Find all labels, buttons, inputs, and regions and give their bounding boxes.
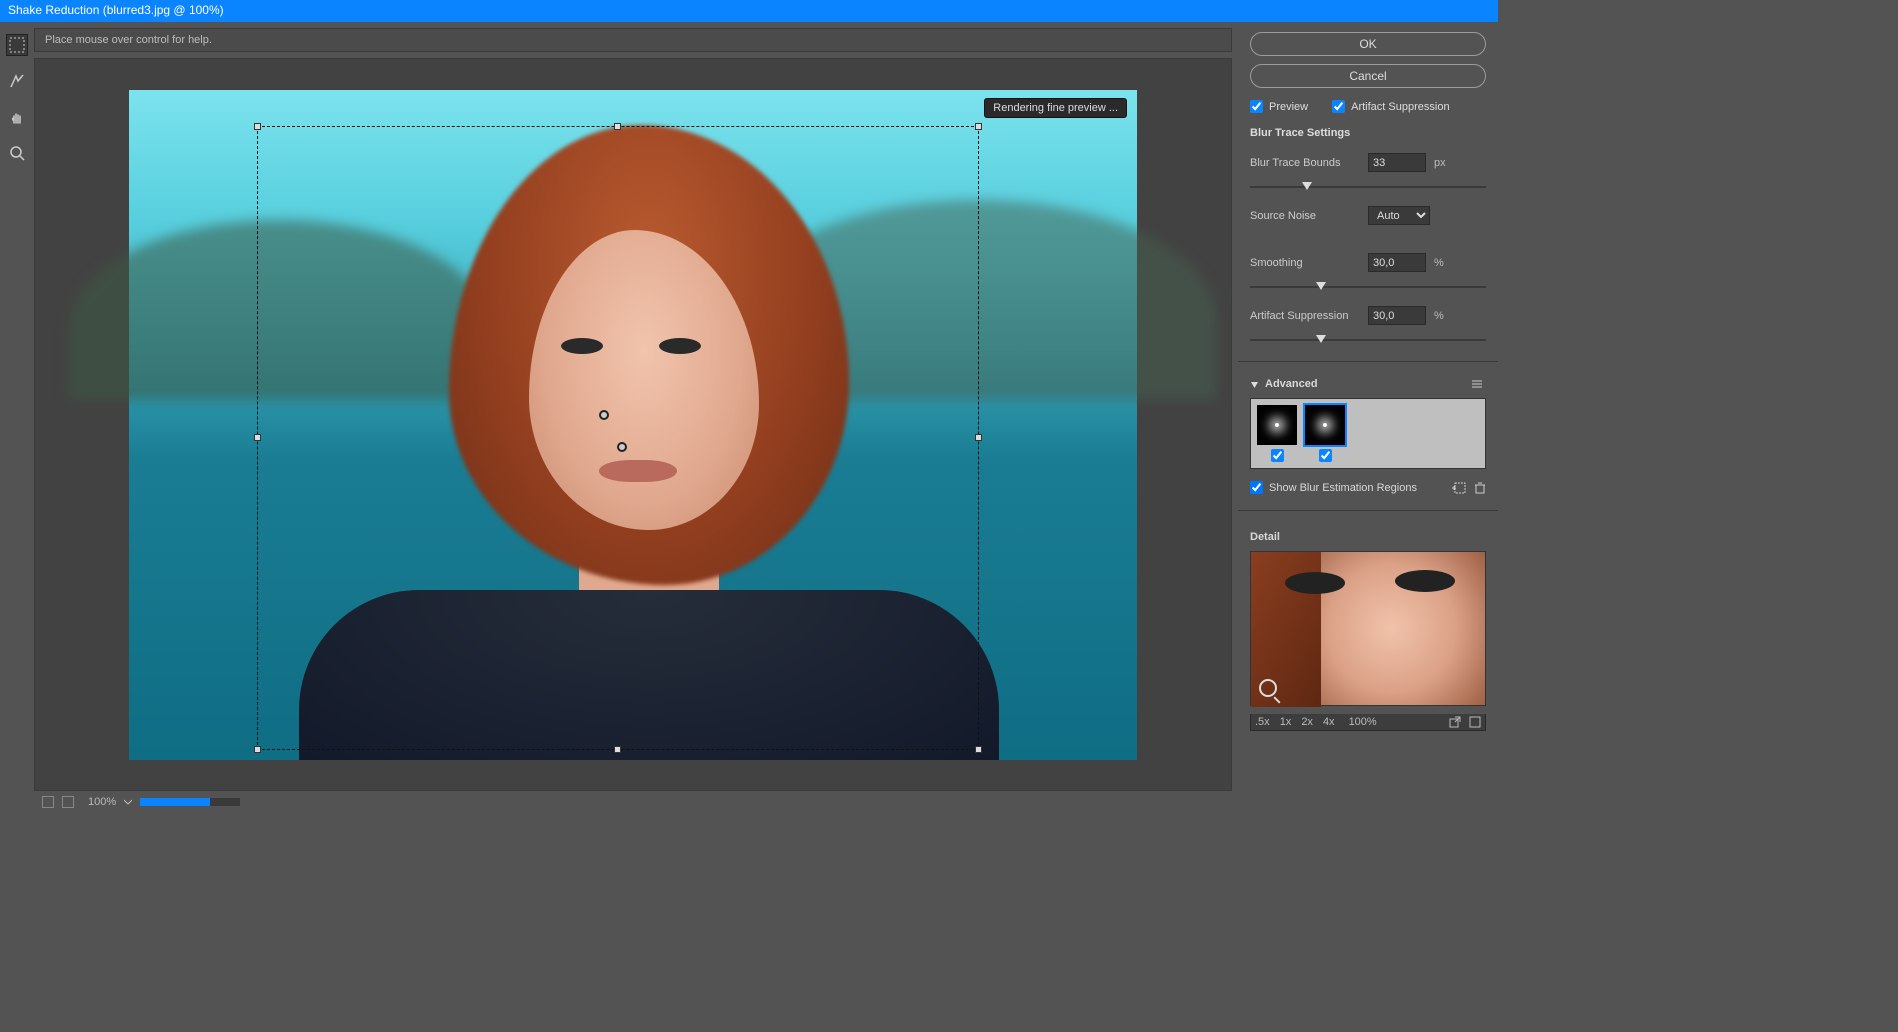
region-center-1[interactable] [599, 410, 609, 420]
hand-tool[interactable] [6, 106, 28, 128]
canvas-area[interactable]: Rendering fine preview ... [34, 58, 1232, 791]
tool-strip [0, 22, 34, 813]
resize-handle-bm[interactable] [614, 746, 621, 753]
blur-estimation-region[interactable] [257, 126, 979, 750]
show-regions-label: Show Blur Estimation Regions [1269, 482, 1417, 494]
artifact-suppression-checkbox[interactable] [1332, 100, 1345, 113]
direction-tool[interactable] [6, 70, 28, 92]
zoom-1x[interactable]: 1x [1280, 716, 1292, 728]
help-text: Place mouse over control for help. [45, 34, 212, 46]
photo-preview: Rendering fine preview ... [129, 90, 1137, 760]
blur-trace-section-title: Blur Trace Settings [1250, 127, 1486, 139]
show-regions-checkbox[interactable] [1250, 481, 1263, 494]
disclosure-triangle-icon [1250, 380, 1259, 389]
zoom-tool[interactable] [6, 142, 28, 164]
percent-unit-2: % [1434, 310, 1452, 322]
blur-trace-thumb-1-checkbox[interactable] [1271, 449, 1284, 462]
blur-trace-bounds-label: Blur Trace Bounds [1250, 157, 1360, 169]
px-unit: px [1434, 157, 1452, 169]
artifact-suppression-label: Artifact Suppression [1250, 310, 1360, 322]
zoom-2x[interactable]: 2x [1301, 716, 1313, 728]
blur-trace-bounds-slider[interactable] [1250, 184, 1486, 190]
resize-handle-bl[interactable] [254, 746, 261, 753]
resize-handle-tl[interactable] [254, 123, 261, 130]
settings-panel: OK Cancel Preview Artifact Suppression B… [1238, 22, 1498, 813]
resize-handle-mr[interactable] [975, 434, 982, 441]
region-center-2[interactable] [617, 442, 627, 452]
detail-zoom-bar: .5x 1x 2x 4x 100% [1250, 714, 1486, 731]
zoom-half[interactable]: .5x [1255, 716, 1270, 728]
window-title: Shake Reduction (blurred3.jpg @ 100%) [8, 3, 224, 17]
statusbar-icon-1[interactable] [42, 796, 54, 808]
blur-trace-thumb-2[interactable] [1305, 405, 1345, 462]
delete-region-icon[interactable] [1474, 482, 1486, 494]
zoom-readout: 100% [88, 796, 116, 808]
smoothing-input[interactable] [1368, 253, 1426, 272]
resize-handle-br[interactable] [975, 746, 982, 753]
panel-menu-icon[interactable] [1472, 379, 1486, 389]
window-titlebar: Shake Reduction (blurred3.jpg @ 100%) [0, 0, 1498, 22]
detail-loupe-preview[interactable] [1250, 551, 1486, 706]
resize-handle-tm[interactable] [614, 123, 621, 130]
artifact-suppression-slider[interactable] [1250, 337, 1486, 343]
smoothing-label: Smoothing [1250, 257, 1360, 269]
statusbar-icon-2[interactable] [62, 796, 74, 808]
blur-trace-bounds-input[interactable] [1368, 153, 1426, 172]
ok-button[interactable]: OK [1250, 32, 1486, 56]
resize-handle-ml[interactable] [254, 434, 261, 441]
render-progress [140, 798, 240, 806]
source-noise-label: Source Noise [1250, 210, 1360, 222]
percent-unit-1: % [1434, 257, 1452, 269]
artifact-suppression-checkbox-label[interactable]: Artifact Suppression [1332, 100, 1449, 113]
add-region-icon[interactable] [1452, 482, 1466, 494]
help-bar: Place mouse over control for help. [34, 28, 1232, 52]
advanced-section-toggle[interactable]: Advanced [1250, 378, 1486, 390]
blur-trace-thumbnails [1250, 398, 1486, 469]
zoom-current: 100% [1349, 716, 1377, 728]
blur-trace-thumb-2-checkbox[interactable] [1319, 449, 1332, 462]
status-bar: 100% [34, 791, 1238, 813]
undock-loupe-icon[interactable] [1449, 716, 1461, 728]
loupe-settings-icon[interactable] [1469, 716, 1481, 728]
artifact-suppression-input[interactable] [1368, 306, 1426, 325]
blur-trace-thumb-1[interactable] [1257, 405, 1297, 462]
marquee-tool[interactable] [6, 34, 28, 56]
render-status-pill: Rendering fine preview ... [984, 98, 1127, 118]
zoom-dropdown-icon[interactable] [124, 798, 132, 806]
cancel-button[interactable]: Cancel [1250, 64, 1486, 88]
smoothing-slider[interactable] [1250, 284, 1486, 290]
resize-handle-tr[interactable] [975, 123, 982, 130]
source-noise-select[interactable]: Auto [1368, 206, 1430, 225]
preview-checkbox-label[interactable]: Preview [1250, 100, 1308, 113]
preview-checkbox[interactable] [1250, 100, 1263, 113]
loupe-icon[interactable] [1259, 679, 1277, 697]
detail-section-title: Detail [1250, 531, 1486, 543]
zoom-4x[interactable]: 4x [1323, 716, 1335, 728]
